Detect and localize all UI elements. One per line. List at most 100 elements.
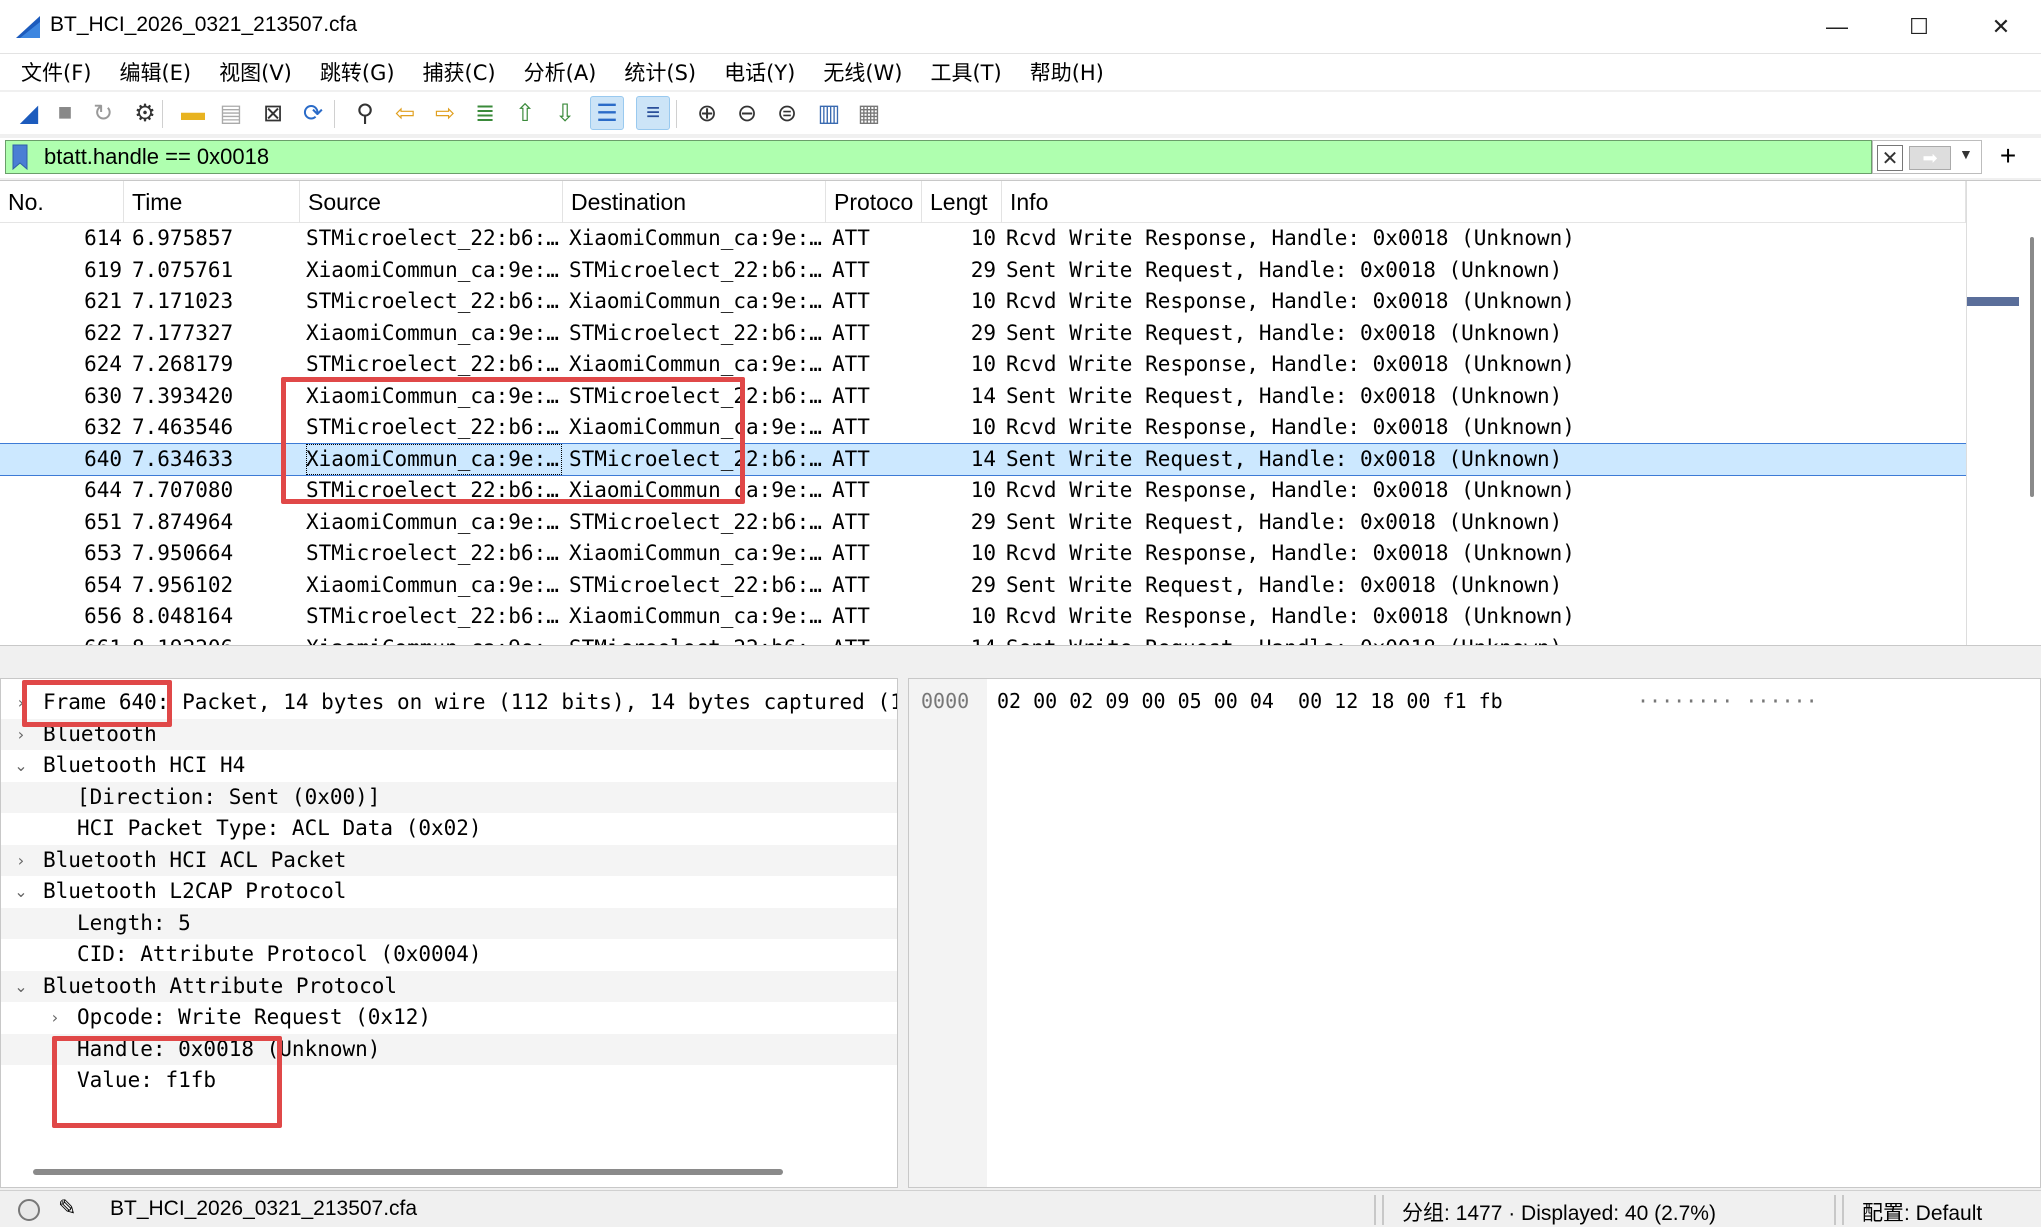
restart-icon[interactable]: ↻ [86, 96, 120, 130]
menu-item[interactable]: 工具(T) [917, 57, 1014, 87]
column-header-info[interactable]: Info [1002, 181, 1966, 223]
resize-columns-icon[interactable]: ▥ [812, 96, 846, 130]
colorize-icon[interactable]: ≡ [636, 96, 670, 130]
menu-item[interactable]: 分析(A) [511, 57, 610, 87]
autoscroll-icon[interactable]: ☰ [590, 96, 624, 130]
column-header-destination[interactable]: Destination [563, 181, 826, 223]
column-header-protocol[interactable]: Protoco [826, 181, 922, 223]
packet-minimap[interactable] [1966, 181, 2022, 645]
detail-tree-item[interactable]: ⌄ Bluetooth HCI H4 [1, 750, 897, 782]
packet-length: 10 [970, 478, 996, 502]
detail-tree-item[interactable]: › Opcode: Write Request (0x12) [1, 1002, 897, 1034]
status-profile[interactable]: 配置: Default [1862, 1197, 1982, 1227]
save-file-icon[interactable]: ▤ [214, 96, 248, 130]
menu-item[interactable]: 无线(W) [810, 57, 915, 87]
collapse-arrow-icon[interactable]: ⌄ [11, 971, 31, 1003]
menu-item[interactable]: 统计(S) [611, 57, 709, 87]
packet-info: Rcvd Write Response, Handle: 0x0018 (Unk… [1006, 478, 1575, 502]
packet-source: XiaomiCommun_ca:9e:… [306, 509, 559, 534]
detail-tree-item[interactable]: [Direction: Sent (0x00)] [1, 781, 897, 813]
go-back-icon[interactable]: ⇦ [388, 96, 422, 130]
close-file-icon[interactable]: ⊠ [256, 96, 290, 130]
packet-row[interactable]: 651 7.874964 XiaomiCommun_ca:9e:… STMicroel… [0, 507, 1966, 539]
expand-arrow-icon[interactable]: › [45, 1002, 65, 1034]
packet-row[interactable]: 614 6.975857 STMicroelect_22:b6:… XiaomiCom… [0, 223, 1966, 255]
apply-filter-icon[interactable]: ➡ [1909, 146, 1951, 170]
packet-time: 7.463546 [132, 415, 234, 439]
filter-history-dropdown-icon[interactable]: ▼ [1959, 146, 1973, 162]
scrollbar-thumb[interactable] [2030, 237, 2034, 497]
packet-length: 10 [970, 415, 996, 439]
packet-protocol: ATT [832, 289, 870, 313]
packet-row[interactable]: 624 7.268179 STMicroelect_22:b6:… XiaomiCom… [0, 349, 1966, 381]
capture-comment-icon[interactable]: ✎ [58, 1195, 76, 1221]
packet-time: 7.950664 [132, 541, 234, 565]
go-to-packet-icon[interactable]: ≣ [468, 96, 502, 130]
close-button[interactable]: ✕ [1960, 0, 2041, 54]
packet-row[interactable]: 619 7.075761 XiaomiCommun_ca:9e:… STMicroel… [0, 255, 1966, 287]
packet-row[interactable]: 621 7.171023 STMicroelect_22:b6:… XiaomiCom… [0, 286, 1966, 318]
bookmark-icon[interactable] [10, 144, 30, 170]
menu-item[interactable]: 电话(Y) [711, 57, 808, 87]
details-horizontal-scrollbar[interactable] [33, 1169, 783, 1175]
zoom-in-icon[interactable]: ⊕ [690, 96, 724, 130]
menu-item[interactable]: 帮助(H) [1017, 57, 1117, 87]
clear-filter-icon[interactable]: ✕ [1877, 145, 1903, 171]
menu-item[interactable]: 编辑(E) [106, 57, 204, 87]
packet-no: 656 [84, 604, 122, 628]
packet-row[interactable]: 656 8.048164 STMicroelect_22:b6:… XiaomiCom… [0, 601, 1966, 633]
collapse-arrow-icon[interactable]: ⌄ [11, 750, 31, 782]
detail-tree-item[interactable]: ⌄ Bluetooth Attribute Protocol [1, 970, 897, 1003]
packet-info: Rcvd Write Response, Handle: 0x0018 (Unk… [1006, 541, 1575, 565]
maximize-button[interactable]: ☐ [1878, 0, 1960, 54]
normal-size-icon[interactable]: ⊜ [770, 96, 804, 130]
ascii-bytes[interactable]: ········ ······ [1637, 689, 1818, 713]
packet-no: 661 [0, 633, 122, 646]
packet-destination: XiaomiCommun_ca:9e:… [569, 289, 822, 313]
packet-row[interactable]: 622 7.177327 XiaomiCommun_ca:9e:… STMicroel… [0, 318, 1966, 350]
detail-tree-item[interactable]: CID: Attribute Protocol (0x0004) [1, 939, 897, 971]
packet-length: 14 [970, 446, 996, 471]
expand-arrow-icon[interactable]: › [11, 845, 31, 877]
add-filter-button-icon[interactable]: + [1988, 138, 2028, 174]
go-forward-icon[interactable]: ⇨ [428, 96, 462, 130]
packet-info: Rcvd Write Response, Handle: 0x0018 (Unk… [1006, 415, 1575, 439]
detail-tree-item[interactable]: › Bluetooth HCI ACL Packet [1, 844, 897, 877]
detail-tree-item[interactable]: ⌄ Bluetooth L2CAP Protocol [1, 876, 897, 908]
first-packet-icon[interactable]: ⇧ [508, 96, 542, 130]
find-icon[interactable]: ⚲ [348, 96, 382, 130]
annotation-box-addresses [281, 377, 745, 504]
open-folder-icon[interactable]: ▬ [176, 96, 210, 130]
display-filter-field[interactable] [5, 140, 1872, 174]
detail-tree-label: Bluetooth L2CAP Protocol [43, 879, 347, 903]
hex-bytes[interactable]: 02 00 02 09 00 05 00 04 00 12 18 00 f1 f… [997, 689, 1503, 713]
packet-length: 29 [970, 257, 996, 282]
packet-row[interactable]: 653 7.950664 STMicroelect_22:b6:… XiaomiCom… [0, 538, 1966, 570]
display-filter-input[interactable] [44, 141, 1444, 173]
last-packet-icon[interactable]: ⇩ [548, 96, 582, 130]
column-header-source[interactable]: Source [300, 181, 563, 223]
stop-icon[interactable]: ■ [48, 96, 82, 130]
expert-info-icon[interactable] [18, 1199, 40, 1221]
packet-no: 654 [84, 572, 122, 597]
column-header-time[interactable]: Time [124, 181, 300, 223]
layout-icon[interactable]: ▦ [852, 96, 886, 130]
packet-list-vertical-scrollbar[interactable] [2022, 181, 2041, 645]
reload-icon[interactable]: ⟳ [296, 96, 330, 130]
packet-row[interactable]: 654 7.956102 XiaomiCommun_ca:9e:… STMicroel… [0, 570, 1966, 602]
menu-item[interactable]: 捕获(C) [410, 57, 509, 87]
menu-item[interactable]: 视图(V) [206, 57, 305, 87]
detail-tree-item[interactable]: HCI Packet Type: ACL Data (0x02) [1, 813, 897, 845]
column-header-no[interactable]: No. [0, 181, 124, 223]
shark-fin-icon[interactable]: ◢ [12, 96, 46, 130]
menu-item[interactable]: 文件(F) [8, 57, 104, 87]
minimize-button[interactable]: — [1796, 0, 1878, 54]
zoom-out-icon[interactable]: ⊖ [730, 96, 764, 130]
collapse-arrow-icon[interactable]: ⌄ [11, 876, 31, 908]
display-filter-bar: ✕ ➡ ▼ + [0, 138, 2041, 178]
column-header-length[interactable]: Lengt [922, 181, 1002, 223]
menu-item[interactable]: 跳转(G) [307, 57, 408, 87]
detail-tree-item[interactable]: Length: 5 [1, 907, 897, 939]
options-gear-icon[interactable]: ⚙ [128, 96, 162, 130]
packet-row[interactable]: 661 8.192206 XiaomiCommun_ca:9e:… STMicroel… [0, 633, 1966, 646]
